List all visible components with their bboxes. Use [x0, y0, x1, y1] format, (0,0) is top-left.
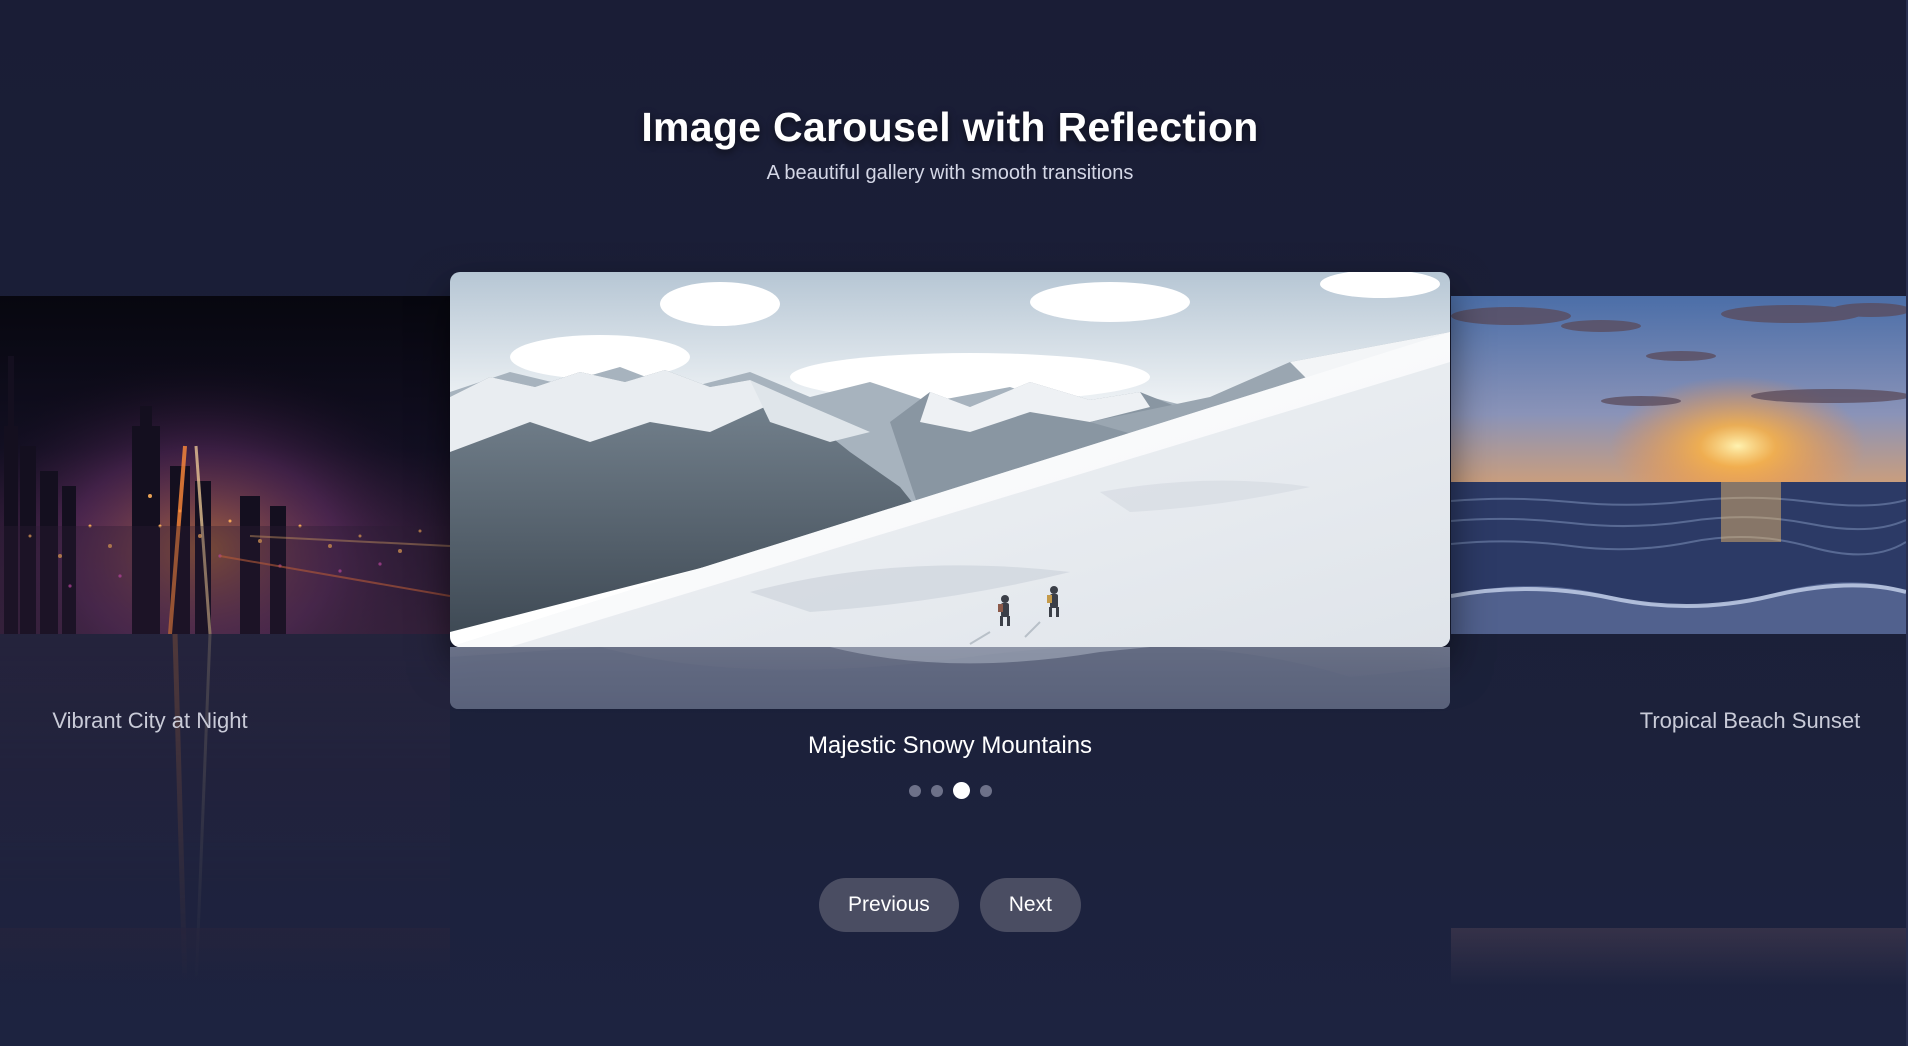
- caption-city-night: Vibrant City at Night: [52, 708, 248, 733]
- carousel-page: Image Carousel with Reflection A beautif…: [0, 0, 1908, 1046]
- next-button[interactable]: Next: [979, 878, 1081, 932]
- pagination-dot-3-active[interactable]: [952, 782, 970, 799]
- city-night-image: [0, 296, 450, 634]
- snowy-mountains-reflection: [450, 647, 1450, 709]
- caption-snowy-mountains: Majestic Snowy Mountains: [807, 732, 1093, 759]
- pagination-dot-1[interactable]: [908, 784, 921, 797]
- beach-sunset-floor: [1451, 928, 1906, 986]
- page-subtitle: A beautiful gallery with smooth transiti…: [766, 162, 1134, 184]
- page-title: Image Carousel with Reflection: [641, 104, 1259, 150]
- carousel-pagination: [0, 782, 1900, 799]
- snowy-mountains-image: [450, 272, 1450, 647]
- beach-sunset-image: [1451, 296, 1906, 634]
- city-night-floor: [0, 928, 450, 986]
- caption-beach-sunset: Tropical Beach Sunset: [1639, 708, 1861, 733]
- pagination-dot-2[interactable]: [930, 784, 943, 797]
- carousel-controls: Previous Next: [0, 878, 1900, 932]
- pagination-dot-4[interactable]: [979, 784, 992, 797]
- previous-button[interactable]: Previous: [819, 878, 959, 932]
